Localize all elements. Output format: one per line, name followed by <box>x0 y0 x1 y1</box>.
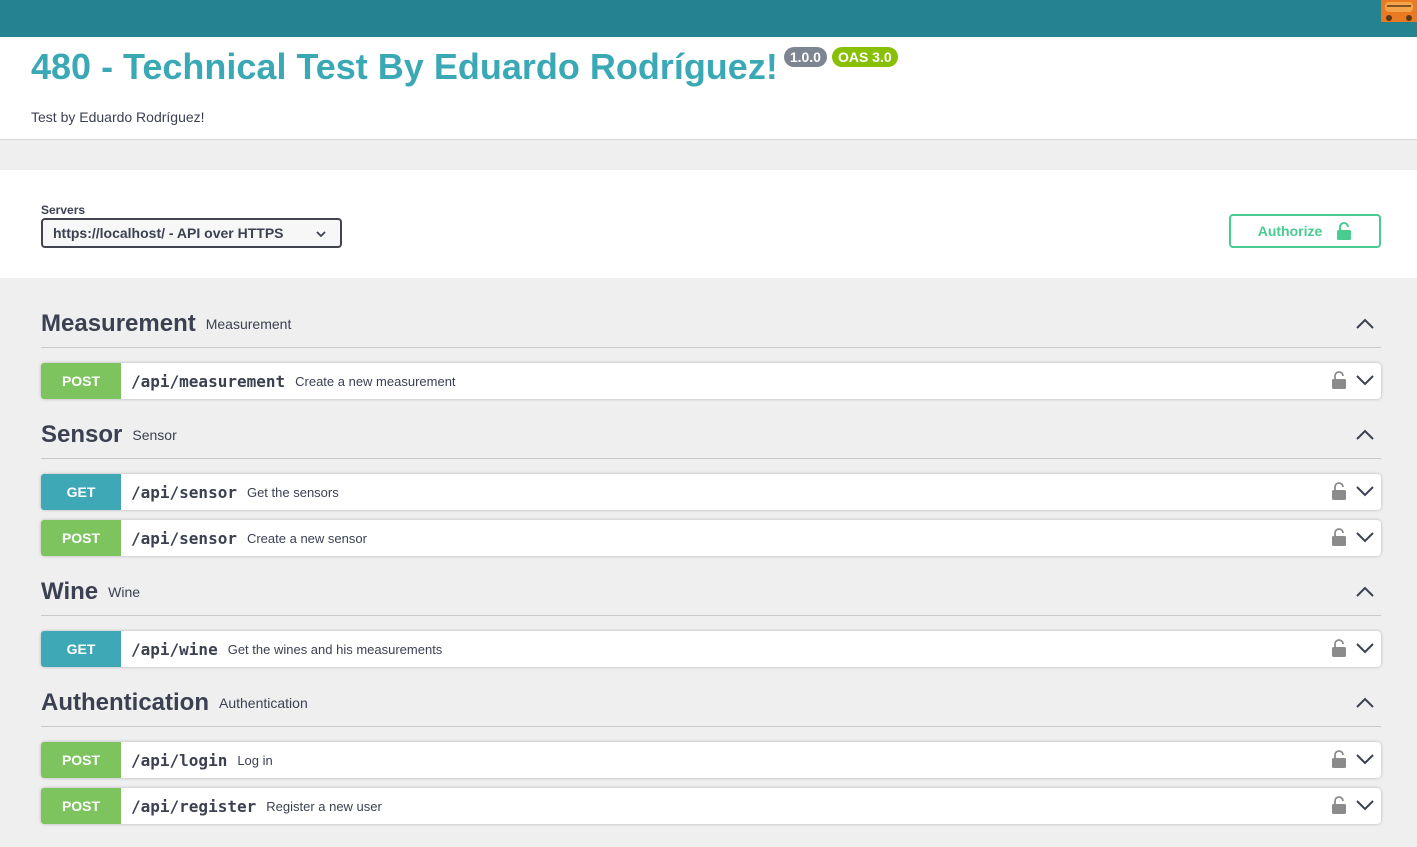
operation-summary: Register a new user <box>266 798 382 814</box>
method-badge: GET <box>41 631 121 667</box>
tag-name: Sensor <box>41 420 123 448</box>
lock-icon[interactable] <box>1332 639 1346 657</box>
lock-icon[interactable] <box>1332 796 1346 814</box>
operation-summary: Get the wines and his measurements <box>227 641 443 657</box>
tag-description: Authentication <box>219 694 308 711</box>
version-badge: 1.0.0 <box>783 47 827 67</box>
swagger-logo-icon[interactable] <box>1381 0 1417 22</box>
operation-post-login[interactable]: POST /api/login Log in <box>41 742 1381 778</box>
operation-path: /api/register <box>131 796 257 816</box>
operation-post-sensor[interactable]: POST /api/sensor Create a new sensor <box>41 520 1381 556</box>
tag-description: Wine <box>108 583 141 600</box>
method-badge: GET <box>41 474 121 510</box>
tag-name: Wine <box>41 577 99 605</box>
chevron-up-icon[interactable] <box>1355 696 1375 710</box>
chevron-down-icon[interactable] <box>1356 531 1374 543</box>
info-section: 480 - Technical Test By Eduardo Rodrígue… <box>0 37 1417 140</box>
servers-label: Servers <box>41 203 86 217</box>
authorize-button[interactable]: Authorize <box>1229 214 1381 248</box>
operation-path: /api/measurement <box>131 371 286 391</box>
operation-path: /api/login <box>131 750 228 770</box>
lock-icon[interactable] <box>1332 371 1346 389</box>
operation-summary: Get the sensors <box>246 484 339 500</box>
authorize-label: Authorize <box>1257 223 1323 239</box>
unlocked-icon <box>1337 222 1352 240</box>
tag-description: Measurement <box>205 315 292 332</box>
tag-header-wine[interactable]: Wine Wine <box>41 568 1381 616</box>
lock-icon[interactable] <box>1332 750 1346 768</box>
tag-header-measurement[interactable]: Measurement Measurement <box>41 300 1381 348</box>
oas-badge: OAS 3.0 <box>831 47 898 67</box>
chevron-down-icon[interactable] <box>1356 753 1374 765</box>
operation-summary: Create a new sensor <box>246 530 367 546</box>
operation-path: /api/sensor <box>131 528 237 548</box>
topbar <box>0 0 1417 37</box>
chevron-down-icon[interactable] <box>1356 485 1374 497</box>
method-badge: POST <box>41 742 121 778</box>
tag-name: Measurement <box>41 309 196 337</box>
method-badge: POST <box>41 788 121 824</box>
operation-post-register[interactable]: POST /api/register Register a new user <box>41 788 1381 824</box>
servers-selected-value: https://localhost/ - API over HTTPS <box>53 225 284 241</box>
operation-path: /api/wine <box>131 639 218 659</box>
chevron-down-icon[interactable] <box>1356 799 1374 811</box>
tag-header-authentication[interactable]: Authentication Authentication <box>41 679 1381 727</box>
tag-name: Authentication <box>41 688 209 716</box>
method-badge: POST <box>41 520 121 556</box>
lock-icon[interactable] <box>1332 528 1346 546</box>
api-description: Test by Eduardo Rodríguez! <box>31 109 205 125</box>
page-title: 480 - Technical Test By Eduardo Rodrígue… <box>31 46 778 87</box>
tag-header-sensor[interactable]: Sensor Sensor <box>41 411 1381 459</box>
chevron-up-icon[interactable] <box>1355 585 1375 599</box>
section-gap <box>0 140 1417 170</box>
method-badge: POST <box>41 363 121 399</box>
chevron-up-icon[interactable] <box>1355 428 1375 442</box>
operation-post-measurement[interactable]: POST /api/measurement Create a new measu… <box>41 363 1381 399</box>
lock-icon[interactable] <box>1332 482 1346 500</box>
operation-summary: Log in <box>237 752 273 768</box>
chevron-up-icon[interactable] <box>1355 317 1375 331</box>
scheme-container: Servers https://localhost/ - API over HT… <box>0 170 1417 278</box>
operation-get-wine[interactable]: GET /api/wine Get the wines and his meas… <box>41 631 1381 667</box>
tag-description: Sensor <box>132 426 177 443</box>
servers-select[interactable]: https://localhost/ - API over HTTPS <box>41 218 342 248</box>
operation-get-sensor[interactable]: GET /api/sensor Get the sensors <box>41 474 1381 510</box>
operation-summary: Create a new measurement <box>295 373 456 389</box>
chevron-down-icon[interactable] <box>1356 642 1374 654</box>
operation-path: /api/sensor <box>131 482 237 502</box>
title-row: 480 - Technical Test By Eduardo Rodrígue… <box>31 45 898 89</box>
operations-list: Measurement Measurement POST /api/measur… <box>0 278 1417 847</box>
chevron-down-icon[interactable] <box>1356 374 1374 386</box>
chevron-down-icon <box>316 231 326 238</box>
